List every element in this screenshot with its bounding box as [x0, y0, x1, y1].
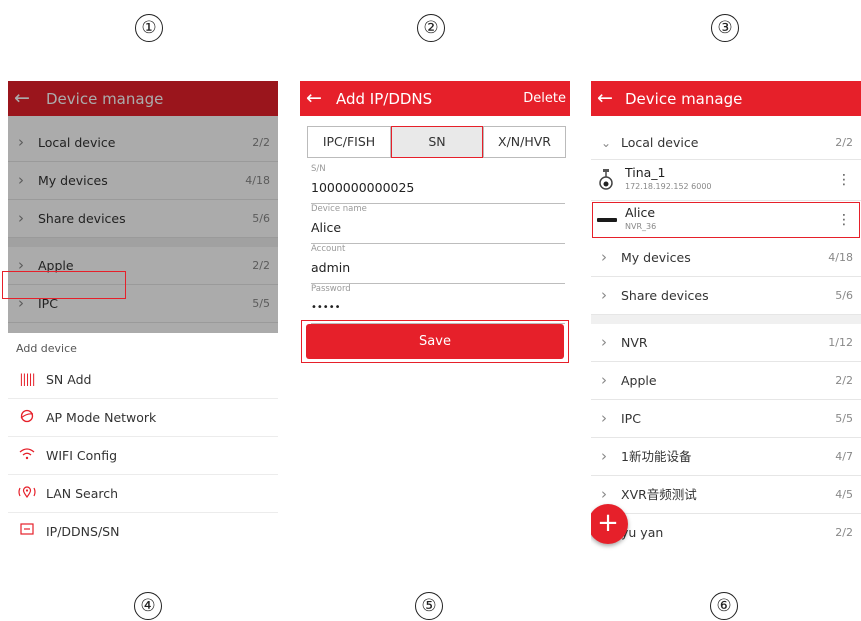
field-value: admin	[311, 260, 351, 275]
group-count: 5/5	[835, 412, 853, 425]
group-count: 4/18	[828, 251, 853, 264]
back-arrow-icon[interactable]: ←	[597, 87, 613, 109]
account-field[interactable]: Account admin	[311, 243, 565, 284]
group-count: 1/12	[828, 336, 853, 349]
camera-icon	[598, 169, 614, 197]
group-row[interactable]: › My devices 4/18	[591, 239, 861, 277]
group-label: Apple	[621, 373, 657, 388]
chevron-right-icon: ›	[601, 248, 607, 266]
field-label: S/N	[311, 164, 326, 174]
section-gap	[591, 315, 861, 324]
sheet-item-ip-ddns-sn[interactable]: IP/DDNS/SN	[8, 513, 278, 551]
barcode-icon: |||||	[19, 372, 35, 386]
step-marker-2: ②	[417, 14, 445, 42]
field-label: Account	[311, 244, 346, 254]
panel-device-manage-list: ← Device manage ⌄ Local device 2/2 Tina_…	[591, 81, 861, 551]
tab-xnhvr[interactable]: X/N/HVR	[483, 126, 566, 158]
group-count: 2/2	[835, 136, 853, 149]
device-row[interactable]: Tina_1 172.18.192.152 6000 ⋮	[591, 161, 861, 201]
back-arrow-icon[interactable]: ←	[306, 87, 322, 109]
group-label: XVR音频测试	[621, 487, 697, 502]
page-title: Device manage	[625, 90, 743, 108]
group-row[interactable]: › Apple 2/2	[591, 362, 861, 400]
group-label: My devices	[621, 250, 691, 265]
group-count: 4/7	[835, 450, 853, 463]
sheet-item-ap-mode[interactable]: AP Mode Network	[8, 399, 278, 437]
group-row[interactable]: › 1新功能设备 4/7	[591, 438, 861, 476]
group-count: 4/5	[835, 488, 853, 501]
group-count: 2/2	[835, 374, 853, 387]
group-row[interactable]: › XVR音频测试 4/5	[591, 476, 861, 514]
globe-icon	[18, 409, 36, 428]
group-label: Share devices	[621, 288, 709, 303]
group-label: 1新功能设备	[621, 449, 692, 464]
add-device-sheet: Add device ||||| SN Add AP Mode Network …	[2, 271, 278, 551]
sheet-title: Add device	[16, 342, 77, 355]
chevron-right-icon: ›	[601, 286, 607, 304]
sheet-item-label: IP/DDNS/SN	[46, 524, 120, 539]
save-button[interactable]: Save	[306, 324, 564, 359]
field-value: Alice	[311, 220, 342, 235]
panel-add-ip-ddns: ← Add IP/DDNS Delete IPC/FISH SN X/N/HVR…	[300, 81, 570, 551]
field-value: •••••	[311, 302, 341, 313]
header-dim	[8, 81, 278, 116]
chevron-down-icon: ⌄	[601, 136, 612, 150]
location-icon	[18, 485, 36, 504]
delete-button[interactable]: Delete	[523, 91, 566, 107]
sn-field[interactable]: S/N 1000000000025	[311, 163, 565, 204]
highlight-box	[2, 271, 126, 299]
sheet-item-wifi-config[interactable]: WIFI Config	[8, 437, 278, 475]
device-address: 172.18.192.152 6000	[625, 182, 712, 191]
password-field[interactable]: Password •••••	[311, 283, 565, 324]
sheet-item-label: SN Add	[46, 372, 92, 387]
group-row[interactable]: › IPC 5/5	[591, 400, 861, 438]
app-header: ← Device manage	[591, 81, 861, 116]
sheet-item-label: LAN Search	[46, 486, 119, 501]
dim-overlay[interactable]	[8, 116, 278, 333]
field-label: Device name	[311, 204, 367, 214]
chevron-right-icon: ›	[601, 485, 607, 503]
tab-ipc-fish[interactable]: IPC/FISH	[307, 126, 391, 158]
device-name-field[interactable]: Device name Alice	[311, 203, 565, 244]
panel-device-manage-add-menu: ← Device manage › Local device 2/2 › My …	[2, 81, 278, 551]
chevron-right-icon: ›	[601, 447, 607, 465]
chevron-right-icon: ›	[601, 409, 607, 427]
device-name: Tina_1	[625, 165, 666, 180]
group-row-local-device[interactable]: ⌄ Local device 2/2	[591, 124, 861, 160]
step-marker-6: ⑥	[710, 592, 738, 620]
group-row[interactable]: › yu yan 2/2	[591, 514, 861, 551]
group-count: 5/6	[835, 289, 853, 302]
step-marker-3: ③	[711, 14, 739, 42]
group-count: 2/2	[835, 526, 853, 539]
step-marker-4: ④	[134, 592, 162, 620]
field-value: 1000000000025	[311, 180, 415, 195]
group-label: IPC	[621, 411, 641, 426]
chevron-right-icon: ›	[601, 333, 607, 351]
sheet-item-label: AP Mode Network	[46, 410, 157, 425]
sheet-item-label: WIFI Config	[46, 448, 118, 463]
group-label: Local device	[621, 135, 699, 150]
field-label: Password	[311, 284, 351, 294]
group-row[interactable]: › Share devices 5/6	[591, 277, 861, 315]
sheet-item-lan-search[interactable]: LAN Search	[8, 475, 278, 513]
highlight-box	[592, 202, 860, 238]
step-marker-5: ⑤	[415, 592, 443, 620]
plus-icon: +	[597, 508, 619, 538]
step-marker-1: ①	[135, 14, 163, 42]
tab-sn[interactable]: SN	[391, 126, 483, 158]
ip-icon	[18, 523, 36, 540]
wifi-icon	[18, 447, 36, 465]
more-options-icon[interactable]: ⋮	[837, 171, 851, 189]
app-header: ← Add IP/DDNS Delete	[300, 81, 570, 116]
chevron-right-icon: ›	[601, 371, 607, 389]
group-label: NVR	[621, 335, 648, 350]
page-title: Add IP/DDNS	[336, 90, 433, 108]
group-row[interactable]: › NVR 1/12	[591, 324, 861, 362]
sheet-item-sn-add[interactable]: ||||| SN Add	[8, 361, 278, 399]
